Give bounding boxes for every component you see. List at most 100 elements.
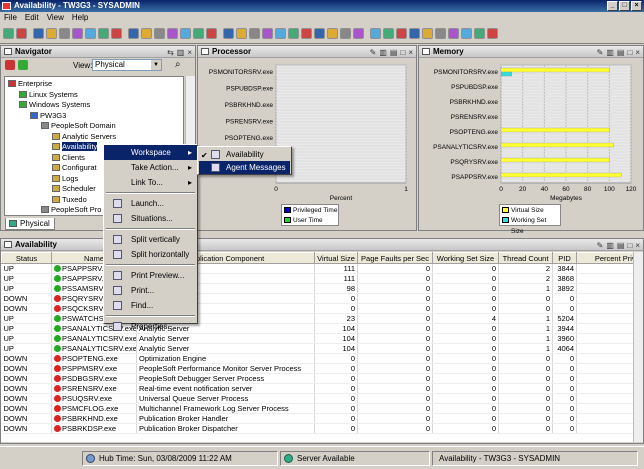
link-icon[interactable] (340, 28, 351, 39)
panel-close-icon[interactable]: × (635, 47, 640, 59)
tree-item[interactable]: Scheduler (52, 184, 96, 194)
panel-edit-icon[interactable]: ✎ (597, 47, 604, 59)
minimize-button[interactable]: _ (607, 1, 618, 11)
table-row[interactable]: DOWN PSQCKSRV.exe 0 0 0 0 0 (1, 303, 633, 314)
submenu-item-availability[interactable]: ✔ Availability (199, 148, 290, 161)
panel-split-icon[interactable]: ▥ (606, 47, 614, 59)
panel-edit-icon[interactable]: ✎ (597, 240, 604, 252)
table-row[interactable]: UPPSSAMSRV.exeager980013892 (1, 283, 633, 294)
refresh-icon[interactable] (18, 60, 28, 70)
panel-split-h-icon[interactable]: ▤ (617, 240, 625, 252)
table-row[interactable]: UP PSANALYTICSRV.exe Analytic Server 104 0 0 1… (1, 323, 633, 334)
grid-icon[interactable] (327, 28, 338, 39)
panel-split-h-icon[interactable]: ▤ (617, 47, 625, 59)
tree-item[interactable]: Enterprise (8, 79, 52, 89)
stop-icon[interactable] (383, 28, 394, 39)
circle-icon[interactable] (314, 28, 325, 39)
binoculars-icon[interactable]: ⌕ (175, 59, 181, 70)
topology-icon[interactable] (288, 28, 299, 39)
table-row[interactable]: DOWN PSBRKDSP.exe Publication Broker Dispa… (1, 423, 633, 434)
graph-icon[interactable] (301, 28, 312, 39)
paste-icon[interactable] (111, 28, 122, 39)
tree-item[interactable]: Clients (52, 153, 85, 163)
back-icon[interactable] (3, 28, 14, 39)
table-scrollbar[interactable] (633, 252, 643, 442)
find-icon[interactable] (128, 28, 139, 39)
context-menu-item-print[interactable]: Print... (104, 283, 197, 298)
context-menu-item-split-vertically[interactable]: Split vertically (104, 232, 197, 247)
refresh-icon[interactable] (59, 28, 70, 39)
message-icon[interactable] (236, 28, 247, 39)
tree-item[interactable]: PeopleSoft Pro (41, 205, 101, 215)
tree-item[interactable]: PeopleSoft Domain (41, 121, 116, 131)
column-header[interactable]: Working Set Size (432, 252, 499, 264)
panel-split-h-icon[interactable]: ▤ (390, 47, 398, 59)
panel-split-icon[interactable]: ▥ (379, 47, 387, 59)
view-select[interactable]: Physical ▼ (92, 59, 162, 71)
panel-maximize-icon[interactable]: □ (400, 47, 405, 59)
panel-close-icon[interactable]: × (408, 47, 413, 59)
tree-item[interactable]: Configurat (52, 163, 97, 173)
gauge-icon[interactable] (193, 28, 204, 39)
panel-maximize-icon[interactable]: □ (627, 240, 632, 252)
context-menu-item-take-action[interactable]: Take Action... ▸ (104, 160, 197, 175)
save-icon[interactable] (46, 28, 57, 39)
warning-icon[interactable] (396, 28, 407, 39)
table-icon[interactable] (141, 28, 152, 39)
column-header[interactable]: PID (552, 252, 577, 264)
table-row[interactable]: DOWN PSOPTENG.exe Optimization Engine 0 0 0 0 0 (1, 353, 633, 364)
panel-maximize-icon[interactable]: □ (627, 47, 632, 59)
home-icon[interactable] (33, 28, 44, 39)
tools-icon[interactable] (487, 28, 498, 39)
history-icon[interactable] (448, 28, 459, 39)
table-row[interactable]: UP PSANALYTICSRV.exe Analytic Server 104 0 0 1… (1, 333, 633, 344)
notepad-icon[interactable] (223, 28, 234, 39)
copy-icon[interactable] (98, 28, 109, 39)
print-icon[interactable] (72, 28, 83, 39)
column-header[interactable]: Page Faults per Sec (357, 252, 433, 264)
column-header[interactable]: Percent Privile (576, 252, 633, 264)
panel-split-icon[interactable]: ▥ (606, 240, 614, 252)
context-menu-item-print-preview[interactable]: Print Preview... (104, 268, 197, 283)
menu-file[interactable]: File (4, 12, 17, 24)
table-row[interactable]: DOWN PSPPMSRV.exe PeopleSoft Performance M… (1, 363, 633, 374)
tree-item[interactable]: Tuxedo (52, 195, 87, 205)
context-menu-item-launch[interactable]: Launch... (104, 196, 197, 211)
settings-icon[interactable] (474, 28, 485, 39)
table-row[interactable]: UP PSWATCHSRV 23 0 4 1 5204 (1, 313, 633, 324)
table-row[interactable]: UP PSAPPSRV.exe 111 0 0 2 3844 (1, 263, 633, 274)
pie-chart-icon[interactable] (180, 28, 191, 39)
filter-icon[interactable] (370, 28, 381, 39)
close-button[interactable]: × (631, 1, 642, 11)
situation-icon[interactable] (461, 28, 472, 39)
menu-view[interactable]: View (47, 12, 64, 24)
maximize-button[interactable]: □ (619, 1, 630, 11)
context-menu-item-link-to[interactable]: Link To... ▸ (104, 175, 197, 190)
table-row[interactable]: DOWN PSMCFLOG.exe Multichannel Framework L… (1, 403, 633, 414)
plot-icon[interactable] (206, 28, 217, 39)
tab-physical[interactable]: Physical (5, 218, 55, 230)
browser-icon[interactable] (262, 28, 273, 39)
tree-item[interactable]: PW3G3 (30, 111, 66, 121)
panel-close-icon[interactable]: × (635, 240, 640, 252)
table-row[interactable]: DOWN PSQRYSRV.exe 0 0 0 0 0 (1, 293, 633, 304)
user-icon[interactable] (435, 28, 446, 39)
submenu-item-agent-messages[interactable]: Agent Messages (199, 161, 290, 174)
tree-item[interactable]: Availability (52, 142, 98, 152)
terminal-icon[interactable] (249, 28, 260, 39)
column-header[interactable]: Thread Count (498, 252, 553, 264)
context-menu-item-situations[interactable]: Situations... (104, 211, 197, 226)
forward-icon[interactable] (16, 28, 27, 39)
context-menu-item-split-horizontally[interactable]: Split horizontally (104, 247, 197, 262)
tree-item[interactable]: Windows Systems (19, 100, 90, 110)
table-row[interactable]: DOWN PSBRKHND.exe Publication Broker Handl… (1, 413, 633, 424)
column-header[interactable]: Status (1, 252, 52, 264)
tree-item[interactable]: Logs (52, 174, 78, 184)
chart-icon[interactable] (154, 28, 165, 39)
table-row[interactable]: DOWN PSRENSRV.exe Real-time event notifica… (1, 383, 633, 394)
context-menu-item-properties[interactable]: Properties... (104, 319, 197, 334)
table-row[interactable]: DOWN PSUQSRV.exe Universal Queue Server Pr… (1, 393, 633, 404)
table-row[interactable]: DOWN PSDBGSRV.exe PeopleSoft Debugger Serv… (1, 373, 633, 384)
tree-item[interactable]: Linux Systems (19, 90, 78, 100)
table-row[interactable]: UP PSAPPSRV.exe 111 0 0 2 3868 (1, 273, 633, 284)
